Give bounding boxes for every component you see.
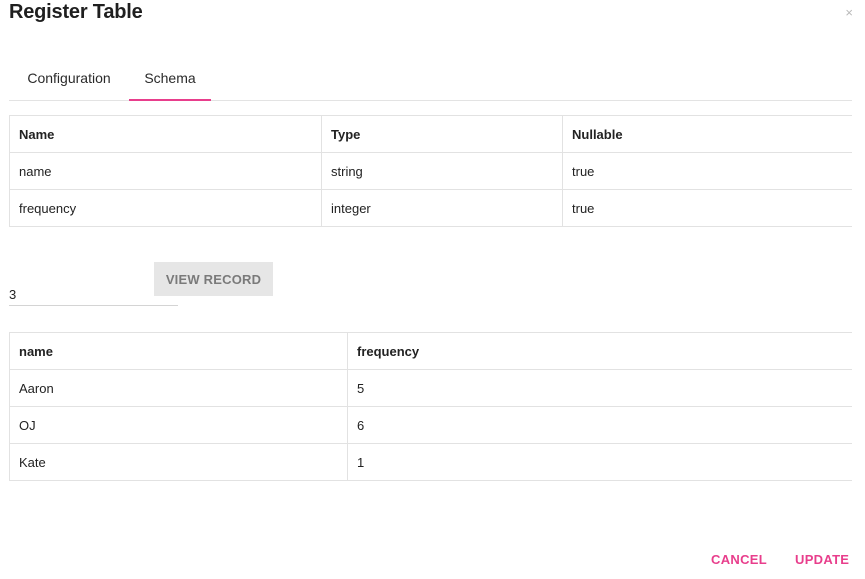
column-header: Name: [9, 115, 322, 153]
table-row: Aaron 5: [9, 369, 852, 407]
table-cell: 5: [347, 369, 852, 407]
table-cell: name: [9, 152, 322, 190]
table-header-row: Name Type Nullable: [9, 115, 852, 153]
schema-table: Name Type Nullable name string true freq…: [9, 115, 852, 227]
table-row: Kate 1: [9, 443, 852, 481]
column-header: frequency: [347, 332, 852, 370]
table-row: name string true: [9, 152, 852, 190]
update-button[interactable]: UPDATE: [795, 552, 849, 567]
column-header: name: [9, 332, 348, 370]
cancel-button[interactable]: CANCEL: [711, 552, 767, 567]
table-cell: true: [562, 152, 852, 190]
table-cell: string: [321, 152, 563, 190]
table-row: frequency integer true: [9, 189, 852, 227]
column-header: Nullable: [562, 115, 852, 153]
table-cell: frequency: [9, 189, 322, 227]
tab-schema[interactable]: Schema: [129, 66, 211, 101]
table-row: OJ 6: [9, 406, 852, 444]
table-cell: true: [562, 189, 852, 227]
table-cell: Kate: [9, 443, 348, 481]
table-header-row: name frequency: [9, 332, 852, 370]
close-icon[interactable]: ×: [845, 5, 853, 21]
dialog-title: Register Table: [9, 1, 143, 23]
table-cell: 1: [347, 443, 852, 481]
table-cell: integer: [321, 189, 563, 227]
record-count-input[interactable]: [9, 283, 178, 306]
view-record-button[interactable]: VIEW RECORD: [154, 262, 273, 296]
table-cell: OJ: [9, 406, 348, 444]
tab-configuration[interactable]: Configuration: [9, 66, 129, 99]
table-cell: Aaron: [9, 369, 348, 407]
records-table: name frequency Aaron 5 OJ 6 Kate 1: [9, 332, 852, 481]
table-cell: 6: [347, 406, 852, 444]
tab-bar: Configuration Schema: [9, 66, 852, 101]
column-header: Type: [321, 115, 563, 153]
